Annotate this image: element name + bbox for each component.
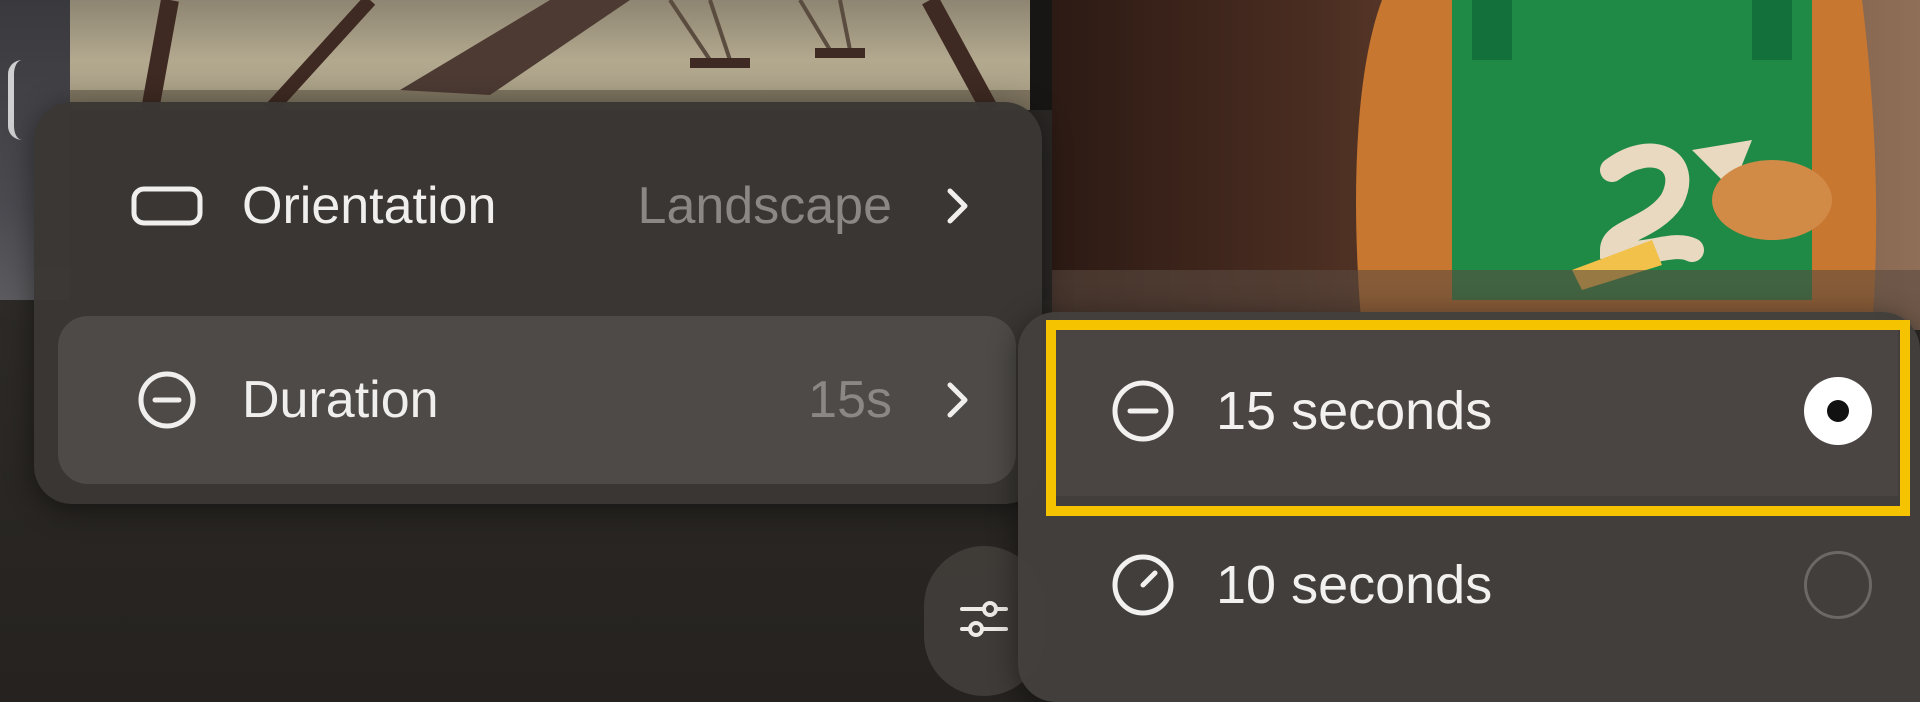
radio-button-unselected[interactable] xyxy=(1804,551,1872,619)
radio-button-selected[interactable] xyxy=(1804,377,1872,445)
duration-label: Duration xyxy=(242,371,439,429)
cat-illustration xyxy=(1052,0,1920,330)
duration-option-15-seconds[interactable]: 15 seconds xyxy=(1048,326,1898,496)
orientation-value: Landscape xyxy=(637,177,892,235)
playground-illustration xyxy=(70,0,1030,110)
playground-thumbnail xyxy=(70,0,1030,110)
duration-submenu: 15 seconds 10 seconds xyxy=(1018,312,1920,702)
video-settings-menu: Orientation Landscape Duration 15s xyxy=(34,102,1042,504)
timer-icon xyxy=(130,371,204,429)
duration-value: 15s xyxy=(808,371,892,429)
radio-dot xyxy=(1827,400,1849,422)
orientation-label: Orientation xyxy=(242,177,497,235)
chevron-right-icon xyxy=(940,378,976,422)
duration-option-10-seconds[interactable]: 10 seconds xyxy=(1048,500,1898,670)
duration-menu-item[interactable]: Duration 15s xyxy=(58,316,1016,484)
cat-thumbnail xyxy=(1052,0,1920,330)
option-label: 15 seconds xyxy=(1216,381,1493,441)
thumbnail-divider xyxy=(1030,0,1052,110)
timer-icon xyxy=(1108,376,1178,446)
chevron-right-icon xyxy=(940,184,976,228)
timer-icon xyxy=(1108,550,1178,620)
rectangle-icon xyxy=(130,178,204,234)
option-label: 10 seconds xyxy=(1216,555,1493,615)
orientation-menu-item[interactable]: Orientation Landscape xyxy=(58,122,1016,290)
sliders-icon xyxy=(956,591,1012,652)
